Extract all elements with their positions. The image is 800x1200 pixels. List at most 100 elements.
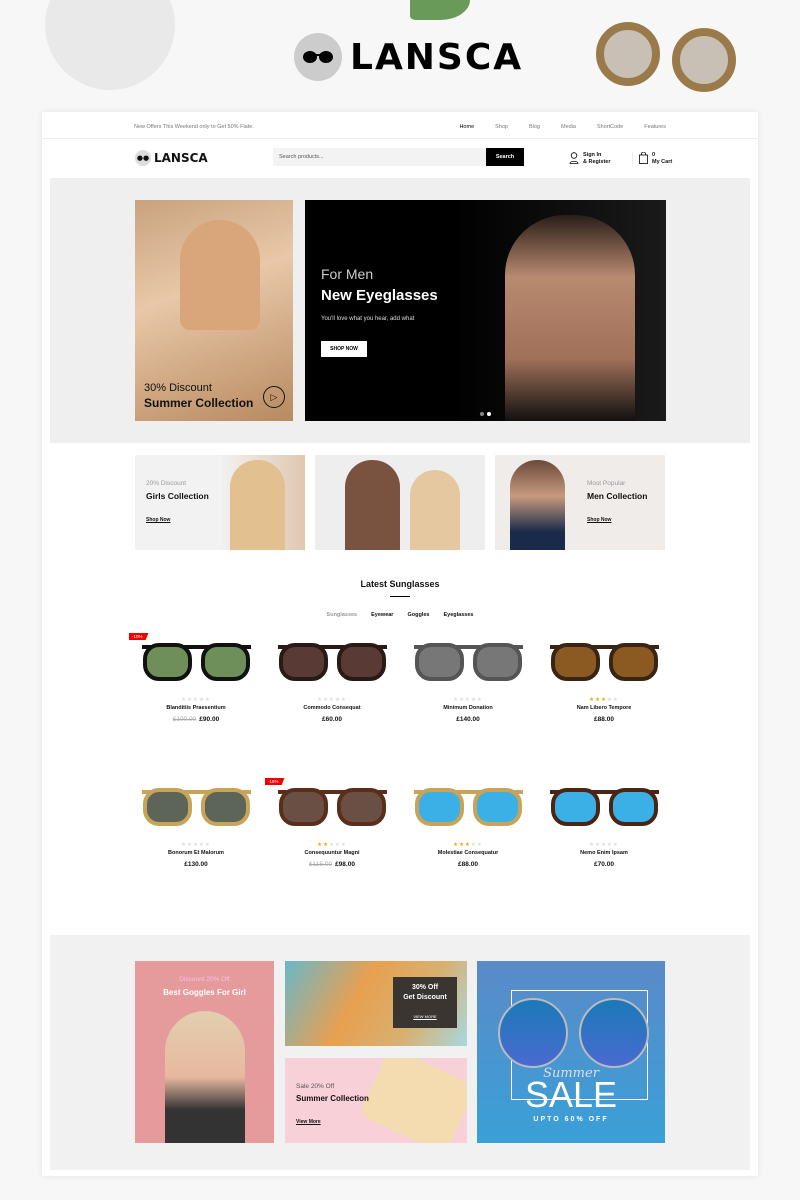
product-card[interactable]: ★★★★★ Nam Libero Tempore £88.00 xyxy=(539,637,669,723)
header-logo[interactable]: ●● LANSCA xyxy=(135,150,208,166)
title-underline xyxy=(390,596,410,597)
product-price: £88.00 xyxy=(403,861,533,868)
slider-dot-active[interactable] xyxy=(487,412,491,416)
product-image xyxy=(413,788,523,826)
offer-text: New Offers This Weekend only to Get 50% … xyxy=(134,124,254,130)
tab-eyewear[interactable]: Eyewear xyxy=(371,612,393,618)
product-name[interactable]: Blanditiis Praesentium xyxy=(131,705,261,711)
nav-shop[interactable]: Shop xyxy=(495,124,508,130)
register-label: & Register xyxy=(583,159,611,165)
search-input[interactable]: Search products... xyxy=(273,148,486,166)
rating-stars: ★★★★★ xyxy=(317,842,347,848)
product-image xyxy=(277,788,387,826)
nav-shortcode[interactable]: ShortCode xyxy=(597,124,623,130)
model-photo xyxy=(505,215,635,421)
search-button[interactable]: Search xyxy=(486,148,524,166)
site-preview: New Offers This Weekend only to Get 50% … xyxy=(42,112,758,1176)
discount-badge: -15% xyxy=(265,778,285,785)
sunglasses-decoration xyxy=(672,28,736,92)
get-discount-banner[interactable]: 30% Off Get Discount VIEW MORE xyxy=(285,961,467,1046)
play-icon[interactable]: ▷ xyxy=(263,386,285,408)
current-price: £98.00 xyxy=(335,861,355,868)
product-card[interactable]: ★★★★★ Nemo Enim Ipsam £70.00 xyxy=(539,782,669,868)
hero-section: 30% Discount Summer Collection ▷ For Men… xyxy=(50,178,750,443)
model-photo xyxy=(410,470,460,550)
best-goggles-banner[interactable]: Discount 20% Off Best Goggles For Girl xyxy=(135,961,274,1143)
product-price: £115.00 £98.00 xyxy=(267,861,397,868)
product-name[interactable]: Nam Libero Tempore xyxy=(539,705,669,711)
tab-goggles[interactable]: Goggles xyxy=(407,612,429,618)
slide-subtitle: For Men xyxy=(321,266,374,282)
summer-collection-promo[interactable]: Sale 20% Off Summer Collection View More xyxy=(285,1058,467,1143)
current-price: £70.00 xyxy=(594,861,614,868)
product-card[interactable]: ★★★★★ Molestiae Consequatur £88.00 xyxy=(403,782,533,868)
shopping-bag-icon xyxy=(639,152,648,164)
leaf-decoration xyxy=(410,0,470,20)
model-photo xyxy=(180,220,260,330)
nav-media[interactable]: Media xyxy=(561,124,576,130)
rating-stars: ★★★★★ xyxy=(453,697,483,703)
product-tabs: Sunglasses Eyewear Goggles Eyeglasses xyxy=(42,612,758,618)
sign-in-link[interactable]: Sign In & Register xyxy=(569,152,611,166)
product-name[interactable]: Bonorum Et Malorum xyxy=(131,850,261,856)
summer-sale-banner[interactable]: Summer SALE UPTO 60% OFF xyxy=(477,961,665,1143)
category-title: Girls Collection xyxy=(146,491,209,501)
category-title: Men Collection xyxy=(587,491,648,501)
lens-right xyxy=(579,998,649,1068)
product-card[interactable]: -15% ★★★★★ Consequuntur Magni £115.00 £98… xyxy=(265,778,397,868)
current-price: £60.00 xyxy=(322,716,342,723)
cart-count: 0 xyxy=(652,152,656,158)
promo-title: Best Goggles For Girl xyxy=(163,988,246,997)
main-nav: Home Shop Blog Media ShortCode Features xyxy=(459,124,666,130)
product-image xyxy=(141,643,251,681)
product-card[interactable]: -10% ★★★★★ Blanditiis Praesentium £100.0… xyxy=(129,633,261,723)
product-image xyxy=(141,788,251,826)
product-card[interactable]: ★★★★★ Commodo Consequat £60.00 xyxy=(267,637,397,723)
product-image xyxy=(549,643,659,681)
rating-stars: ★★★★★ xyxy=(181,842,211,848)
product-name[interactable]: Commodo Consequat xyxy=(267,705,397,711)
slider-dot[interactable] xyxy=(480,412,484,416)
brand-logo: LANSCA xyxy=(294,33,523,81)
tab-eyeglasses[interactable]: Eyeglasses xyxy=(443,612,473,618)
tab-sunglasses[interactable]: Sunglasses xyxy=(327,612,358,618)
category-subtitle: 20% Discount xyxy=(146,480,187,487)
product-image xyxy=(549,788,659,826)
product-image xyxy=(277,643,387,681)
category-subtitle: Most Popular xyxy=(587,480,626,487)
slide-text: You'll love what you hear, add what xyxy=(321,316,415,322)
nav-blog[interactable]: Blog xyxy=(529,124,540,130)
sunglasses-logo-icon: ●● xyxy=(135,150,151,166)
girls-collection-banner[interactable]: 20% Discount Girls Collection Shop Now xyxy=(135,455,305,550)
nav-features[interactable]: Features xyxy=(644,124,666,130)
shop-now-link[interactable]: Shop Now xyxy=(587,517,611,523)
shop-now-button[interactable]: SHOP NOW xyxy=(321,341,367,357)
product-price: £140.00 xyxy=(403,716,533,723)
vase-decoration xyxy=(45,0,175,90)
product-card[interactable]: ★★★★★ Minimum Donation £140.00 xyxy=(403,637,533,723)
user-icon xyxy=(569,152,579,164)
sunglasses-photo xyxy=(358,1058,467,1143)
view-more-link[interactable]: VIEW MORE xyxy=(393,1014,457,1019)
nav-home[interactable]: Home xyxy=(459,124,474,130)
current-price: £88.00 xyxy=(594,716,614,723)
shop-now-link[interactable]: Shop Now xyxy=(146,517,170,523)
product-price: £88.00 xyxy=(539,716,669,723)
product-price: £60.00 xyxy=(267,716,397,723)
men-collection-banner[interactable]: Most Popular Men Collection Shop Now xyxy=(495,455,665,550)
rating-stars: ★★★★★ xyxy=(589,842,619,848)
new-eyeglasses-slider[interactable]: For Men New Eyeglasses You'll love what … xyxy=(305,200,666,421)
product-card[interactable]: ★★★★★ Bonorum Et Malorum £130.00 xyxy=(131,782,261,868)
product-name[interactable]: Minimum Donation xyxy=(403,705,533,711)
view-more-link[interactable]: View More xyxy=(296,1119,321,1125)
slide-title: New Eyeglasses xyxy=(321,287,438,304)
product-name[interactable]: Nemo Enim Ipsam xyxy=(539,850,669,856)
sunglasses-decoration xyxy=(596,22,660,86)
summer-collection-banner[interactable]: 30% Discount Summer Collection ▷ xyxy=(135,200,293,421)
couple-banner[interactable] xyxy=(315,455,485,550)
cart-link[interactable]: 0 My Cart xyxy=(632,152,672,166)
product-name[interactable]: Molestiae Consequatur xyxy=(403,850,533,856)
section-title: Latest Sunglasses xyxy=(360,579,440,589)
old-price: £100.00 xyxy=(172,716,197,723)
product-name[interactable]: Consequuntur Magni xyxy=(267,850,397,856)
